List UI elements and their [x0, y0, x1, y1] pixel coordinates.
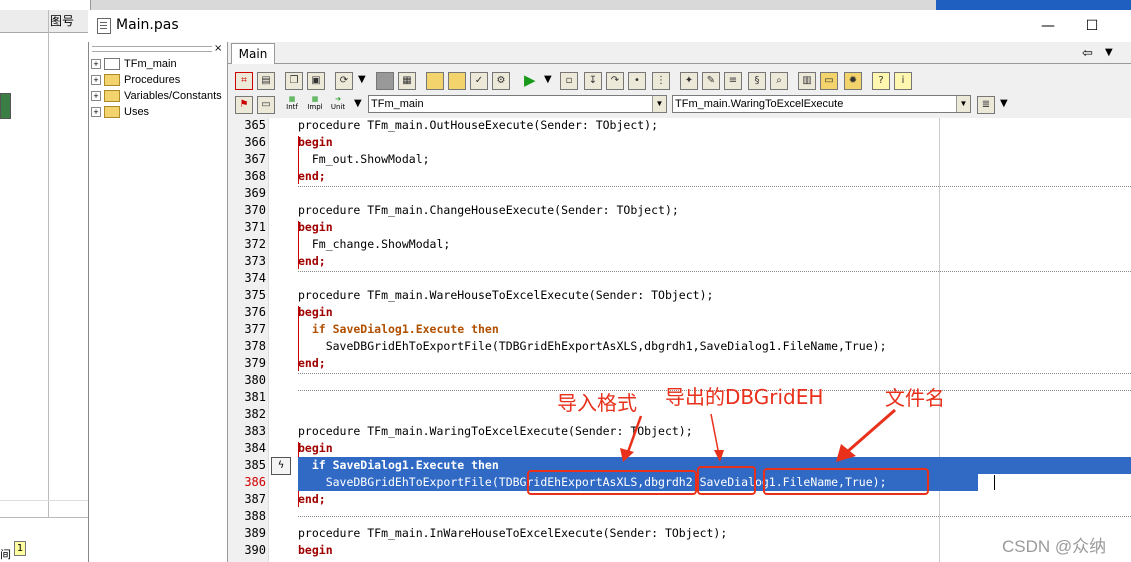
arrow-format	[626, 415, 643, 453]
watermark: CSDN @众纳	[1002, 537, 1107, 556]
arrow-filename	[846, 408, 896, 454]
arrow-grid-head	[714, 450, 724, 462]
annotation-arrows	[620, 408, 896, 462]
arrow-format-head	[620, 448, 634, 462]
arrow-grid	[710, 413, 720, 456]
